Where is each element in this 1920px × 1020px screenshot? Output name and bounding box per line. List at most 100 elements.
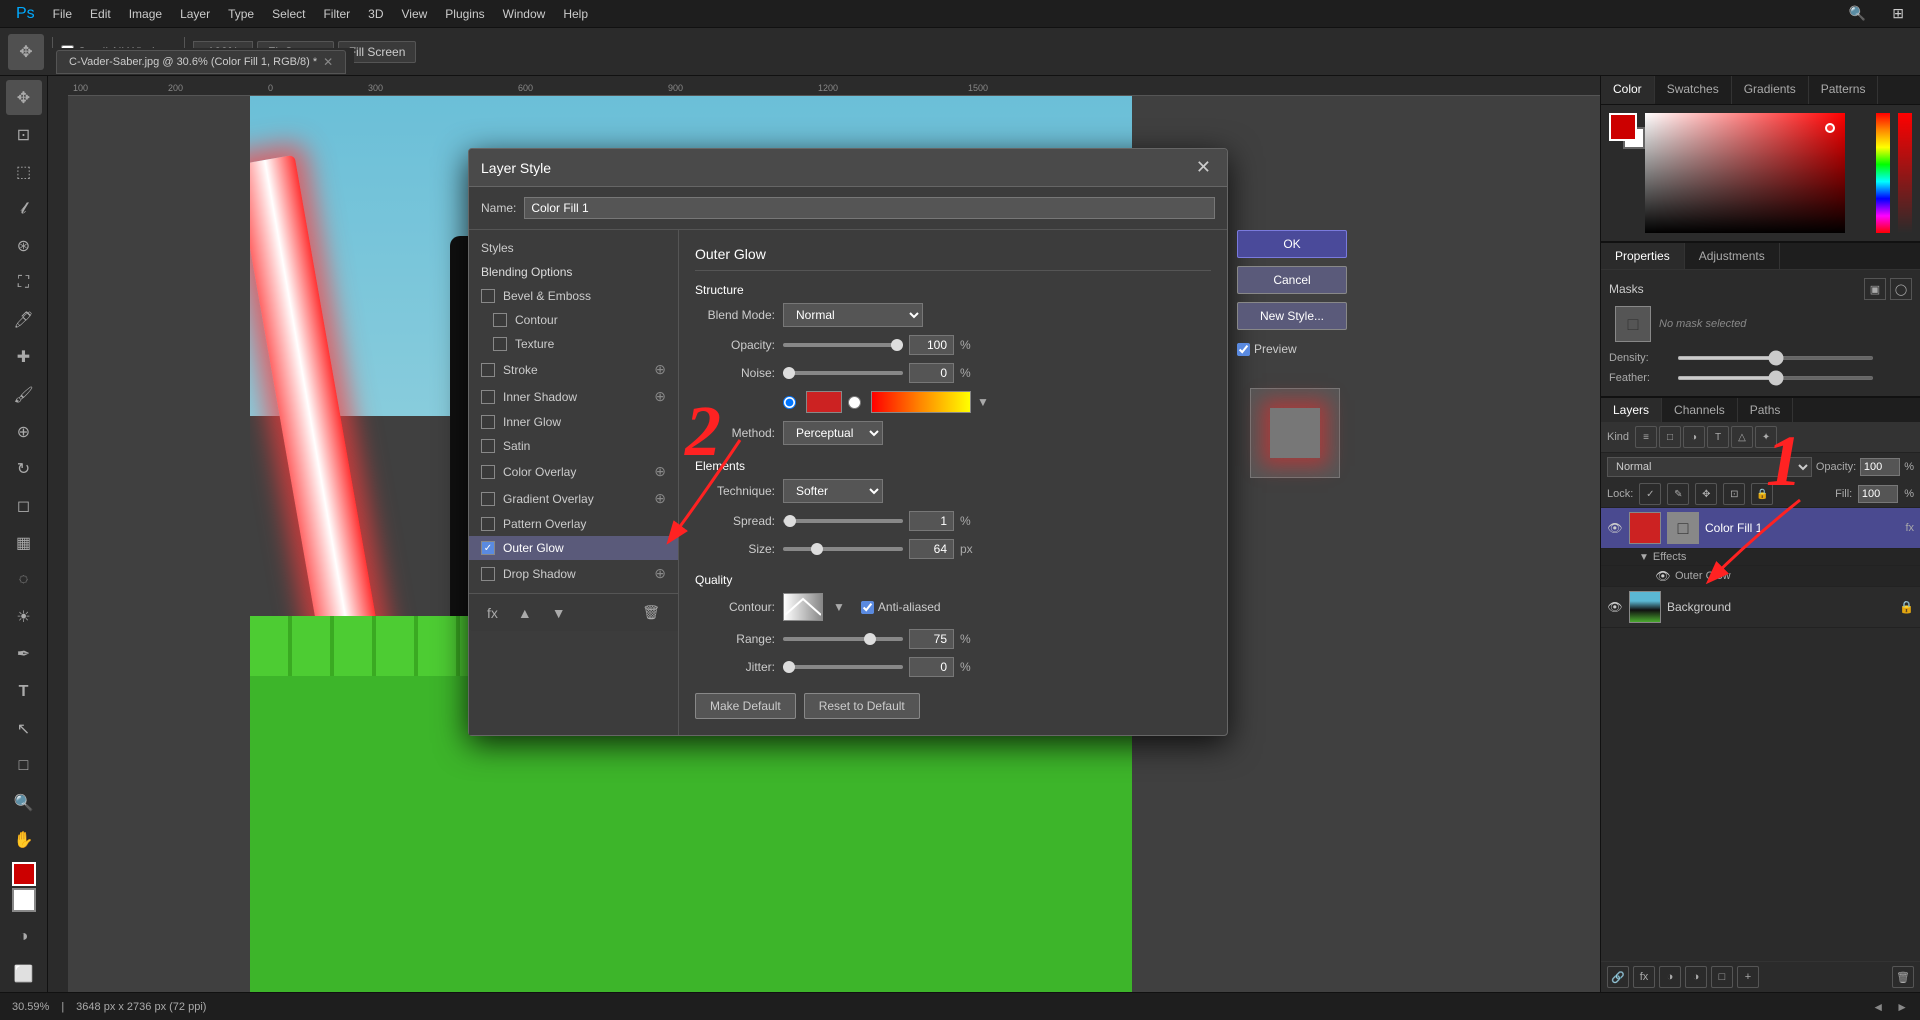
blend-mode-select-outer[interactable]: Normal <box>783 303 923 327</box>
size-row: Size: px <box>695 539 1211 559</box>
range-percent: % <box>960 632 971 646</box>
texture-check[interactable] <box>493 337 507 351</box>
gradient-overlay-label: Gradient Overlay <box>503 492 594 506</box>
inner-shadow-label: Inner Shadow <box>503 390 577 404</box>
pattern-overlay-label: Pattern Overlay <box>503 517 586 531</box>
preview-box <box>1250 388 1340 478</box>
fx-button[interactable]: fx <box>481 603 504 623</box>
range-slider-wrap: % <box>783 629 971 649</box>
name-input[interactable] <box>524 197 1215 219</box>
color-overlay-add[interactable]: ⊕ <box>654 463 666 480</box>
drop-shadow-item[interactable]: Drop Shadow ⊕ <box>469 560 678 587</box>
noise-slider[interactable] <box>783 371 903 375</box>
preview-checkbox[interactable] <box>1237 343 1250 356</box>
contour-picker[interactable] <box>783 593 823 621</box>
blend-mode-row-outer: Blend Mode: Normal <box>695 303 1211 327</box>
opacity-value-outer[interactable] <box>909 335 954 355</box>
blending-options-item[interactable]: Blending Options <box>469 260 678 284</box>
bevel-label: Bevel & Emboss <box>503 289 591 303</box>
stroke-add[interactable]: ⊕ <box>654 361 666 378</box>
technique-label: Technique: <box>695 484 775 498</box>
gradient-arrow[interactable]: ▼ <box>977 395 989 409</box>
styles-item[interactable]: Styles <box>469 236 678 260</box>
method-select[interactable]: Perceptual <box>783 421 883 445</box>
solid-radio-input[interactable] <box>783 396 796 409</box>
cancel-button[interactable]: Cancel <box>1237 266 1347 294</box>
anti-alias-checkbox[interactable] <box>861 601 874 614</box>
noise-value[interactable] <box>909 363 954 383</box>
reset-to-default-button[interactable]: Reset to Default <box>804 693 920 719</box>
gradient-overlay-add[interactable]: ⊕ <box>654 490 666 507</box>
preview-checkbox-wrap: Preview <box>1237 338 1352 360</box>
gradient-radio-input[interactable] <box>848 396 861 409</box>
dialog-overlay: Layer Style ✕ Name: Styles Blending <box>0 0 1920 1020</box>
inner-shadow-check[interactable] <box>481 390 495 404</box>
make-default-button[interactable]: Make Default <box>695 693 796 719</box>
noise-slider-wrap: % <box>783 363 971 383</box>
stroke-item[interactable]: Stroke ⊕ <box>469 356 678 383</box>
structure-subsection: Structure <box>695 283 1211 297</box>
ok-button[interactable]: OK <box>1237 230 1347 258</box>
pattern-overlay-check[interactable] <box>481 517 495 531</box>
satin-check[interactable] <box>481 439 495 453</box>
inner-shadow-item[interactable]: Inner Shadow ⊕ <box>469 383 678 410</box>
inner-shadow-add[interactable]: ⊕ <box>654 388 666 405</box>
jitter-slider[interactable] <box>783 665 903 669</box>
size-slider[interactable] <box>783 547 903 551</box>
outer-glow-item[interactable]: ✓ Outer Glow <box>469 536 678 560</box>
spread-slider[interactable] <box>783 519 903 523</box>
glow-gradient-swatch[interactable] <box>871 391 971 413</box>
contour-item[interactable]: Contour <box>469 308 678 332</box>
jitter-row: Jitter: % <box>695 657 1211 677</box>
spread-percent: % <box>960 514 971 528</box>
move-down-button[interactable]: ▼ <box>546 603 572 623</box>
layer-style-dialog: Layer Style ✕ Name: Styles Blending <box>468 148 1228 736</box>
color-overlay-item[interactable]: Color Overlay ⊕ <box>469 458 678 485</box>
inner-glow-label: Inner Glow <box>503 415 561 429</box>
satin-item[interactable]: Satin <box>469 434 678 458</box>
technique-row: Technique: Softer <box>695 479 1211 503</box>
contour-dropdown-arrow[interactable]: ▼ <box>833 600 845 614</box>
preview-section <box>1237 388 1352 478</box>
delete-style-button[interactable]: 🗑 <box>636 602 666 623</box>
drop-shadow-check[interactable] <box>481 567 495 581</box>
quality-subsection: Quality <box>695 573 1211 587</box>
pattern-overlay-item[interactable]: Pattern Overlay <box>469 512 678 536</box>
blending-options-label: Blending Options <box>481 265 572 279</box>
bevel-emboss-item[interactable]: Bevel & Emboss <box>469 284 678 308</box>
gradient-overlay-check[interactable] <box>481 492 495 506</box>
jitter-percent: % <box>960 660 971 674</box>
range-slider[interactable] <box>783 637 903 641</box>
dialog-close-button[interactable]: ✕ <box>1192 157 1215 178</box>
contour-svg <box>785 595 821 619</box>
dialog-footer: fx ▲ ▼ 🗑 <box>469 593 678 631</box>
size-label: Size: <box>695 542 775 556</box>
spread-value[interactable] <box>909 511 954 531</box>
dialog-right-panel: Outer Glow Structure Blend Mode: Normal … <box>679 230 1227 735</box>
outer-glow-check[interactable]: ✓ <box>481 541 495 555</box>
opacity-slider-outer[interactable] <box>783 343 903 347</box>
noise-row: Noise: % <box>695 363 1211 383</box>
elements-subsection: Elements <box>695 459 1211 473</box>
dialog-body: Styles Blending Options Bevel & Emboss <box>469 230 1227 735</box>
size-value[interactable] <box>909 539 954 559</box>
bevel-check[interactable] <box>481 289 495 303</box>
spread-row: Spread: % <box>695 511 1211 531</box>
new-style-button[interactable]: New Style... <box>1237 302 1347 330</box>
color-overlay-label: Color Overlay <box>503 465 576 479</box>
range-value[interactable] <box>909 629 954 649</box>
inner-glow-item[interactable]: Inner Glow <box>469 410 678 434</box>
jitter-value[interactable] <box>909 657 954 677</box>
preview-inner-box <box>1270 408 1320 458</box>
inner-glow-check[interactable] <box>481 415 495 429</box>
contour-label: Contour <box>515 313 558 327</box>
stroke-check[interactable] <box>481 363 495 377</box>
color-overlay-check[interactable] <box>481 465 495 479</box>
move-up-button[interactable]: ▲ <box>512 603 538 623</box>
technique-select[interactable]: Softer <box>783 479 883 503</box>
texture-item[interactable]: Texture <box>469 332 678 356</box>
gradient-overlay-item[interactable]: Gradient Overlay ⊕ <box>469 485 678 512</box>
contour-check[interactable] <box>493 313 507 327</box>
glow-color-swatch[interactable] <box>806 391 842 413</box>
drop-shadow-add[interactable]: ⊕ <box>654 565 666 582</box>
